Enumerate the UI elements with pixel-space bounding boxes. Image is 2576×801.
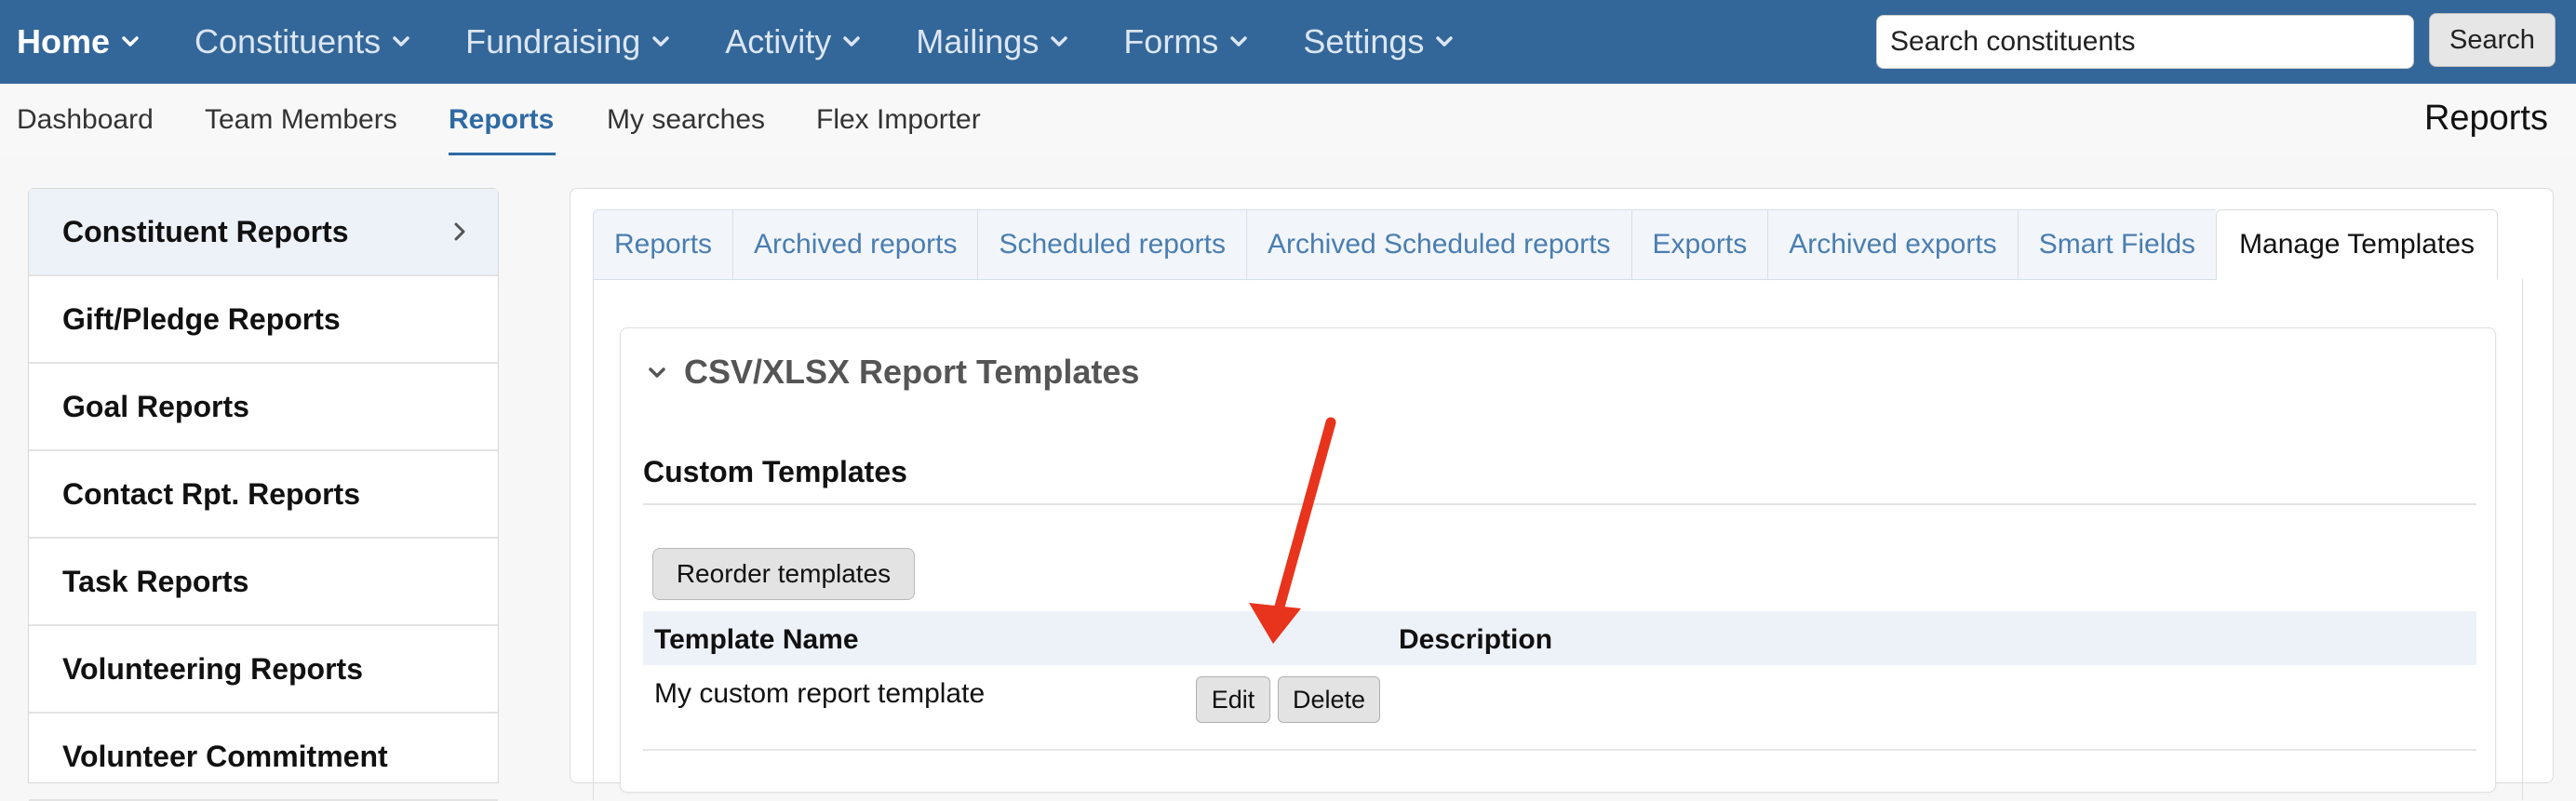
reorder-templates-button[interactable]: Reorder templates <box>652 548 915 600</box>
sidebar-item-label: Volunteering Reports <box>62 651 363 686</box>
tab-smart-fields[interactable]: Smart Fields <box>2017 209 2217 280</box>
page-title: Reports <box>2423 99 2548 138</box>
template-name-cell: My custom report template <box>654 678 986 709</box>
sidebar-item-label: Constituent Reports <box>62 214 349 248</box>
custom-templates-heading: Custom Templates <box>643 455 907 488</box>
reports-tab-bar: Reports Archived reports Scheduled repor… <box>593 209 2498 280</box>
sidebar-item-task-reports[interactable]: Task Reports <box>29 539 498 626</box>
nav-home-label: Home <box>17 22 111 60</box>
report-category-sidebar: Constituent Reports Gift/Pledge Reports … <box>28 188 499 801</box>
subnav-flex-importer[interactable]: Flex Importer <box>816 104 981 136</box>
sidebar-item-label: Task Reports <box>62 564 249 598</box>
sidebar-item-goal-reports[interactable]: Goal Reports <box>29 364 498 451</box>
nav-activity[interactable]: Activity <box>725 0 865 84</box>
tab-exports[interactable]: Exports <box>1630 209 1768 280</box>
chevron-down-icon <box>1046 29 1072 55</box>
section-divider <box>643 503 2476 505</box>
sidebar-item-contact-rpt-reports[interactable]: Contact Rpt. Reports <box>29 451 498 539</box>
chevron-down-icon <box>117 29 143 55</box>
subnav-dashboard[interactable]: Dashboard <box>17 104 154 136</box>
chevron-down-icon <box>648 29 674 55</box>
sidebar-item-volunteer-commitment[interactable]: Volunteer Commitment <box>29 714 498 801</box>
tab-archived-scheduled-reports[interactable]: Archived Scheduled reports <box>1245 209 1631 280</box>
card-title: CSV/XLSX Report Templates <box>684 353 1140 391</box>
nav-forms[interactable]: Forms <box>1123 0 1252 84</box>
delete-template-button[interactable]: Delete <box>1278 676 1380 723</box>
sidebar-item-label: Goal Reports <box>62 389 249 423</box>
search-constituents-input[interactable] <box>1876 15 2414 69</box>
nav-forms-label: Forms <box>1123 22 1219 60</box>
chevron-down-icon <box>649 367 665 378</box>
nav-constituents-label: Constituents <box>195 22 382 60</box>
tab-scheduled-reports[interactable]: Scheduled reports <box>977 209 1246 280</box>
search-button[interactable]: Search <box>2429 13 2556 67</box>
nav-home[interactable]: Home <box>17 0 143 84</box>
sidebar-item-volunteering-reports[interactable]: Volunteering Reports <box>29 626 498 714</box>
chevron-right-icon <box>454 222 465 241</box>
nav-constituents[interactable]: Constituents <box>195 0 414 84</box>
subnav-my-searches[interactable]: My searches <box>607 104 765 136</box>
nav-settings[interactable]: Settings <box>1303 0 1457 84</box>
edit-template-button[interactable]: Edit <box>1196 676 1270 723</box>
nav-mailings-label: Mailings <box>916 22 1040 60</box>
table-row: My custom report template Edit Delete <box>643 665 2476 751</box>
chevron-down-icon <box>839 29 865 55</box>
sidebar-item-constituent-reports[interactable]: Constituent Reports <box>29 189 498 276</box>
active-subnav-underline <box>449 153 556 155</box>
card-collapse-toggle[interactable]: CSV/XLSX Report Templates <box>643 353 1139 392</box>
subnav-team-members[interactable]: Team Members <box>205 104 397 136</box>
tab-archived-reports[interactable]: Archived reports <box>732 209 978 280</box>
subnav-reports[interactable]: Reports <box>449 104 554 136</box>
top-navigation-bar: Home Constituents Fundraising Activity M… <box>0 0 2576 84</box>
chevron-down-icon <box>1431 29 1457 55</box>
nav-fundraising-label: Fundraising <box>465 22 641 60</box>
sidebar-item-label: Contact Rpt. Reports <box>62 476 360 511</box>
tab-archived-exports[interactable]: Archived exports <box>1767 209 2018 280</box>
templates-table-header: Template Name Description <box>643 611 2476 665</box>
csv-xlsx-templates-card: CSV/XLSX Report Templates Custom Templat… <box>620 327 2496 793</box>
tab-manage-templates[interactable]: Manage Templates <box>2216 209 2498 280</box>
sub-navigation-bar: Dashboard Team Members Reports My search… <box>0 84 2576 158</box>
sidebar-item-label: Gift/Pledge Reports <box>62 301 341 336</box>
chevron-down-icon <box>388 29 414 55</box>
column-header-description: Description <box>1399 624 1553 655</box>
nav-mailings[interactable]: Mailings <box>916 0 1072 84</box>
nav-settings-label: Settings <box>1303 22 1425 60</box>
nav-activity-label: Activity <box>725 22 832 60</box>
tab-reports[interactable]: Reports <box>593 209 733 280</box>
sidebar-item-gift-pledge-reports[interactable]: Gift/Pledge Reports <box>29 276 498 364</box>
chevron-down-icon <box>1226 29 1252 55</box>
nav-fundraising[interactable]: Fundraising <box>465 0 674 84</box>
column-header-template-name: Template Name <box>654 624 859 655</box>
